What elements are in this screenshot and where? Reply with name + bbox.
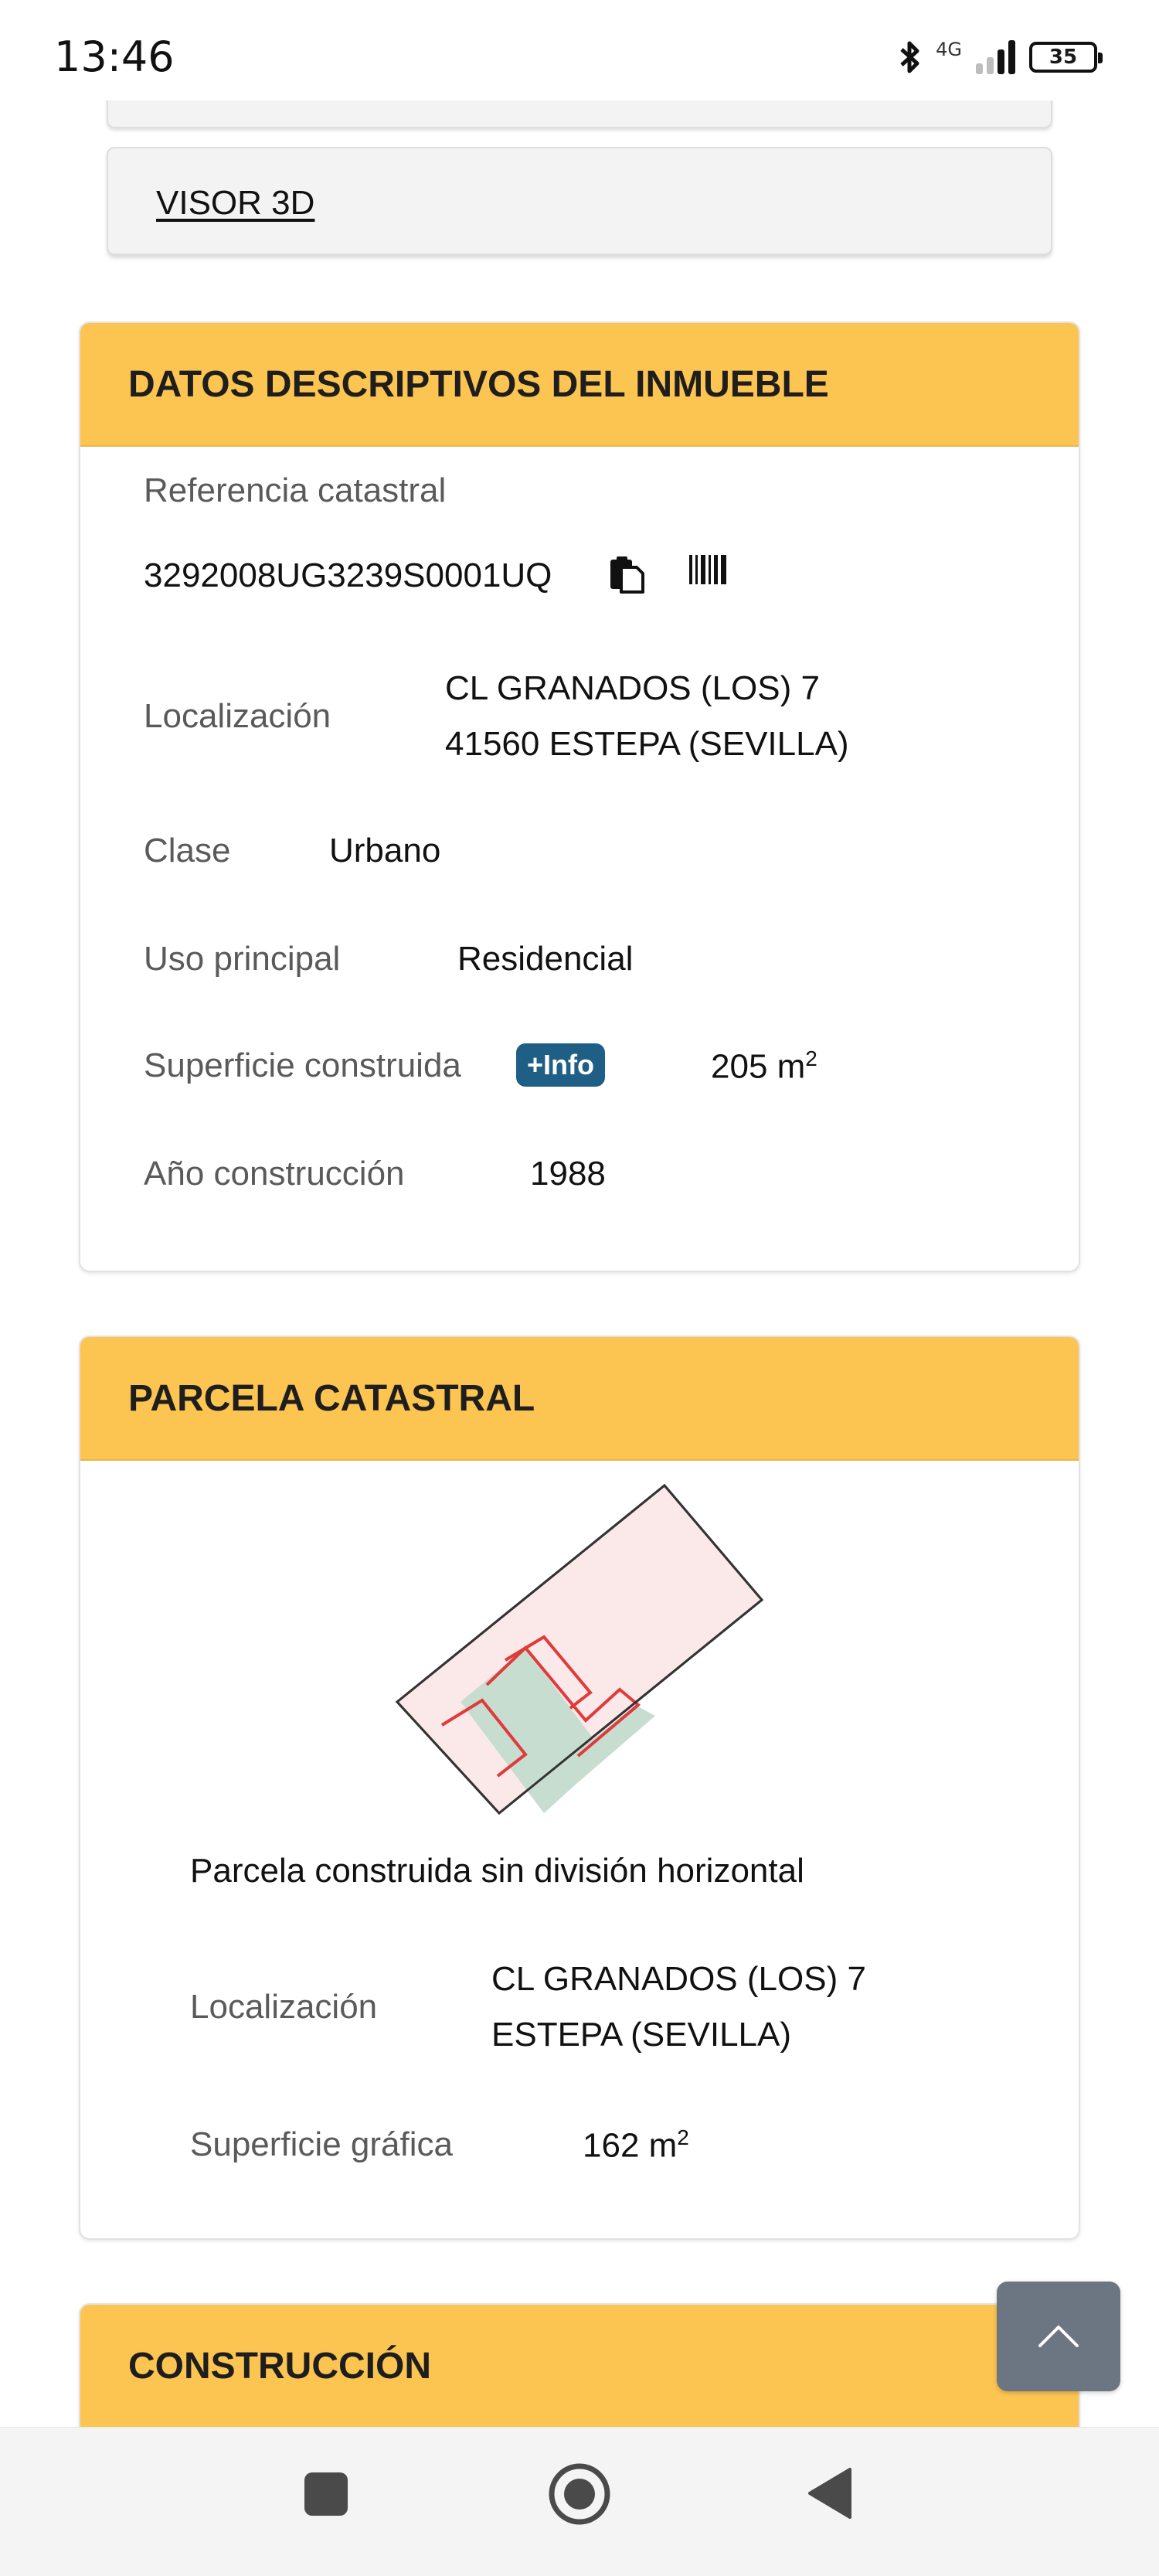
localizacion-line2: 41560 ESTEPA (SEVILLA)	[445, 725, 849, 763]
scroll-to-top-button[interactable]	[997, 2282, 1120, 2391]
uso-principal-label: Uso principal	[144, 940, 341, 978]
status-bar: 13:46 4G 35	[0, 0, 1159, 100]
back-button[interactable]	[807, 2466, 853, 2520]
ano-construccion-value: 1988	[530, 1155, 606, 1193]
ano-construccion-label: Año construcción	[144, 1155, 405, 1193]
recents-button[interactable]	[303, 2471, 349, 2517]
battery-icon: 35	[1029, 42, 1103, 73]
construccion-header: CONSTRUCCIÓN	[80, 2305, 1079, 2428]
clase-value: Urbano	[329, 832, 441, 869]
parcela-catastral-card: PARCELA CATASTRAL Parcela construida sin…	[79, 1336, 1080, 2240]
barcode-icon[interactable]	[688, 553, 728, 586]
uso-principal-value: Residencial	[457, 940, 634, 978]
visor-3d-panel: VISOR 3D	[107, 147, 1052, 255]
bluetooth-icon	[900, 41, 919, 73]
info-button[interactable]: +Info	[516, 1043, 605, 1087]
parcel-plan-image	[395, 1483, 764, 1815]
chevron-up-icon	[1038, 2326, 1079, 2347]
referencia-catastral-label: Referencia catastral	[144, 471, 447, 509]
superficie-construida-value: 205 m2	[711, 1046, 817, 1087]
superficie-grafica-label: Superficie gráfica	[190, 2125, 453, 2163]
localizacion-label: Localización	[144, 697, 331, 735]
superficie-construida-exp: 2	[805, 1046, 817, 1070]
status-time: 13:46	[54, 32, 175, 81]
copy-icon[interactable]	[607, 555, 647, 595]
superficie-grafica-number: 162 m	[583, 2126, 678, 2165]
signal-icon	[976, 40, 1015, 74]
parcela-localizacion-line1: CL GRANADOS (LOS) 7	[491, 1960, 866, 1998]
battery-level: 35	[1049, 46, 1078, 69]
visor-3d-link[interactable]: VISOR 3D	[156, 184, 314, 223]
superficie-construida-label: Superficie construida	[144, 1046, 461, 1084]
superficie-construida-number: 205 m	[711, 1047, 806, 1086]
system-navigation-bar	[0, 2427, 1159, 2576]
referencia-catastral-value: 3292008UG3239S0001UQ	[144, 556, 552, 594]
status-icons: 4G 35	[899, 39, 1103, 76]
parcela-localizacion-label: Localización	[190, 1988, 378, 2026]
network-type-label: 4G	[936, 39, 962, 60]
datos-descriptivos-header: DATOS DESCRIPTIVOS DEL INMUEBLE	[80, 323, 1079, 447]
parcela-descripcion: Parcela construida sin división horizont…	[190, 1852, 804, 1890]
datos-descriptivos-card: DATOS DESCRIPTIVOS DEL INMUEBLE Referenc…	[79, 322, 1080, 1272]
parcela-catastral-header: PARCELA CATASTRAL	[80, 1337, 1079, 1461]
clase-label: Clase	[144, 832, 231, 869]
localizacion-line1: CL GRANADOS (LOS) 7	[445, 669, 820, 707]
superficie-grafica-value: 162 m2	[583, 2125, 689, 2166]
superficie-grafica-exp: 2	[677, 2125, 689, 2149]
parcela-localizacion-line2: ESTEPA (SEVILLA)	[491, 2016, 792, 2054]
home-button[interactable]	[547, 2462, 612, 2527]
